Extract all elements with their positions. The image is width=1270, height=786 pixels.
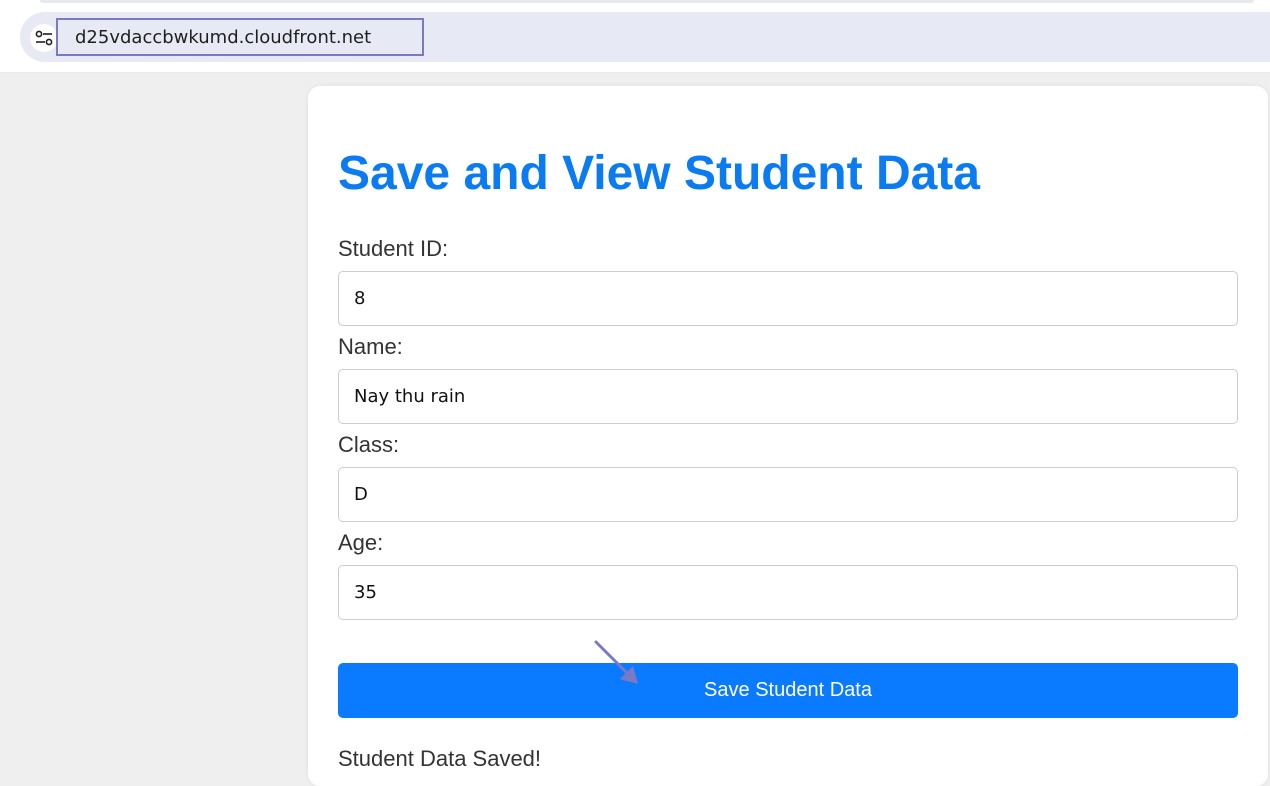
site-info-icon[interactable] [30, 24, 58, 52]
browser-toolbar: d25vdaccbwkumd.cloudfront.net [0, 0, 1270, 73]
name-input[interactable]: Nay thu rain [338, 369, 1238, 424]
save-student-data-button[interactable]: Save Student Data [338, 663, 1238, 718]
page-title: Save and View Student Data [338, 147, 980, 200]
status-message: Student Data Saved! [338, 746, 542, 771]
age-input[interactable]: 35 [338, 565, 1238, 620]
class-label: Class: [338, 432, 400, 457]
arrow-annotation-icon [590, 636, 644, 695]
student-id-input[interactable]: 8 [338, 271, 1238, 326]
age-label: Age: [338, 530, 384, 555]
name-label: Name: [338, 334, 403, 359]
url-text[interactable]: d25vdaccbwkumd.cloudfront.net [56, 18, 424, 56]
student-id-label: Student ID: [338, 236, 449, 261]
class-input[interactable]: D [338, 467, 1238, 522]
tab-strip [0, 0, 1270, 4]
